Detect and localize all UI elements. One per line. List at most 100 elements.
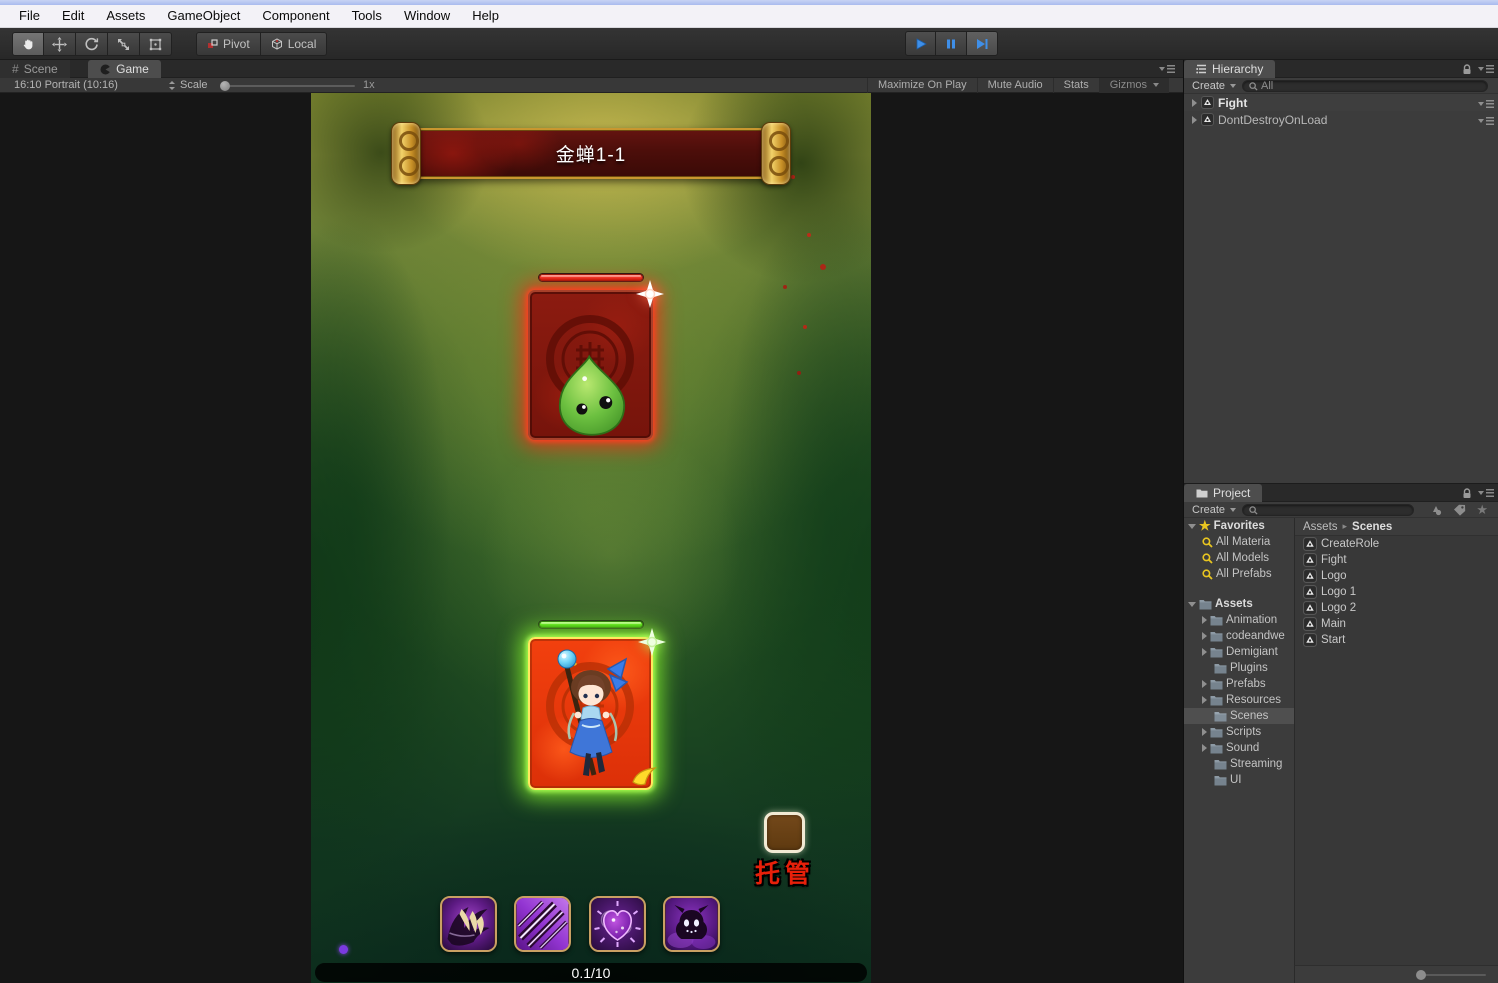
tree-item-resources[interactable]: Resources xyxy=(1184,692,1294,708)
skill-button-claw[interactable] xyxy=(440,896,497,952)
stats-button[interactable]: Stats xyxy=(1053,78,1099,93)
file-item-main[interactable]: Main xyxy=(1295,616,1498,632)
thumbnail-size-slider-handle[interactable] xyxy=(1416,970,1426,980)
thumbnail-size-slider[interactable] xyxy=(1420,974,1486,976)
scale-slider-handle[interactable] xyxy=(220,81,230,91)
collapse-arrow-icon[interactable] xyxy=(1188,602,1196,607)
tree-item-favorites[interactable]: ★ Favorites xyxy=(1184,518,1294,534)
breadcrumb-root[interactable]: Assets xyxy=(1303,521,1338,533)
project-panel-menu-icon[interactable] xyxy=(1478,488,1494,498)
hierarchy-item-fight[interactable]: Fight xyxy=(1184,94,1498,111)
tree-item-sound[interactable]: Sound xyxy=(1184,740,1294,756)
search-filter-icon xyxy=(1202,569,1213,580)
expand-arrow-icon[interactable] xyxy=(1202,680,1207,688)
menu-file[interactable]: File xyxy=(8,5,51,27)
skill-button-slash[interactable] xyxy=(514,896,571,952)
folder-icon xyxy=(1214,775,1227,786)
tree-item-assets-root[interactable]: Assets xyxy=(1184,596,1294,612)
skill-spiked-heart-icon xyxy=(591,898,644,950)
tree-item-label: Streaming xyxy=(1230,758,1282,770)
gizmos-caret-icon[interactable] xyxy=(1153,83,1159,87)
tree-item-scenes[interactable]: Scenes xyxy=(1184,708,1294,724)
tab-hierarchy[interactable]: Hierarchy xyxy=(1184,60,1275,78)
tree-item-animation[interactable]: Animation xyxy=(1184,612,1294,628)
scale-slider[interactable] xyxy=(222,85,355,87)
expand-arrow-icon[interactable] xyxy=(1202,728,1207,736)
file-item-createrole[interactable]: CreateRole xyxy=(1295,536,1498,552)
tree-item-streamingassets[interactable]: Streaming xyxy=(1184,756,1294,772)
favorite-filter-icon[interactable]: ★ xyxy=(1476,502,1488,518)
rotate-tool-button[interactable] xyxy=(76,32,108,56)
tree-item-codeandweb[interactable]: codeandwe xyxy=(1184,628,1294,644)
menu-assets[interactable]: Assets xyxy=(95,5,156,27)
game-tab-label: Game xyxy=(116,62,149,76)
menu-tools[interactable]: Tools xyxy=(341,5,393,27)
hand-tool-button[interactable] xyxy=(12,32,44,56)
collapse-arrow-icon[interactable] xyxy=(1188,524,1196,529)
menu-component[interactable]: Component xyxy=(251,5,340,27)
tab-game[interactable]: Game xyxy=(88,60,161,78)
pivot-toggle-button[interactable]: Pivot xyxy=(196,32,261,56)
search-by-type-icon[interactable] xyxy=(1429,504,1442,516)
tree-item-demigiant[interactable]: Demigiant xyxy=(1184,644,1294,660)
hierarchy-lock-icon[interactable] xyxy=(1462,64,1472,75)
skill-button-heart[interactable] xyxy=(589,896,646,952)
project-create-button[interactable]: Create xyxy=(1192,504,1236,516)
folder-icon xyxy=(1210,631,1223,642)
scale-tool-icon xyxy=(116,37,131,52)
tree-item-all-models[interactable]: All Models xyxy=(1184,550,1294,566)
project-search-input[interactable] xyxy=(1242,504,1414,516)
skill-button-demon[interactable] xyxy=(663,896,720,952)
menu-edit[interactable]: Edit xyxy=(51,5,95,27)
tree-item-scripts[interactable]: Scripts xyxy=(1184,724,1294,740)
tree-item-ui[interactable]: UI xyxy=(1184,772,1294,788)
tree-item-plugins[interactable]: Plugins xyxy=(1184,660,1294,676)
expand-arrow-icon[interactable] xyxy=(1202,648,1207,656)
aspect-dropdown[interactable]: 16:10 Portrait (10:16) xyxy=(14,79,118,91)
mute-audio-button[interactable]: Mute Audio xyxy=(977,78,1053,93)
auto-battle-button[interactable] xyxy=(764,812,805,853)
expand-arrow-icon[interactable] xyxy=(1202,744,1207,752)
menu-window[interactable]: Window xyxy=(393,5,461,27)
scale-tool-button[interactable] xyxy=(108,32,140,56)
expand-arrow-icon[interactable] xyxy=(1202,616,1207,624)
row-menu-icon[interactable] xyxy=(1478,99,1494,109)
row-menu-icon[interactable] xyxy=(1478,116,1494,126)
local-toggle-button[interactable]: Local xyxy=(261,32,328,56)
file-item-fight[interactable]: Fight xyxy=(1295,552,1498,568)
enemy-card[interactable] xyxy=(528,290,653,440)
tab-project[interactable]: Project xyxy=(1184,484,1262,502)
expand-arrow-icon[interactable] xyxy=(1202,632,1207,640)
pause-button[interactable] xyxy=(936,31,967,56)
pivot-icon xyxy=(207,39,218,50)
maximize-on-play-button[interactable]: Maximize On Play xyxy=(867,78,977,93)
file-item-logo[interactable]: Logo xyxy=(1295,568,1498,584)
menu-help[interactable]: Help xyxy=(461,5,510,27)
file-item-start[interactable]: Start xyxy=(1295,632,1498,648)
hierarchy-item-dontdestroyonload[interactable]: DontDestroyOnLoad xyxy=(1184,111,1498,128)
breadcrumb-separator-icon: ▸ xyxy=(1343,521,1348,532)
play-button[interactable] xyxy=(905,31,936,56)
gizmos-button[interactable]: Gizmos xyxy=(1099,78,1169,93)
tree-item-all-materials[interactable]: All Materia xyxy=(1184,534,1294,550)
file-item-logo-2[interactable]: Logo 2 xyxy=(1295,600,1498,616)
expand-arrow-icon[interactable] xyxy=(1192,99,1197,107)
tab-scene[interactable]: # Scene xyxy=(0,60,70,78)
label-filter-icon[interactable] xyxy=(1453,504,1466,516)
rect-tool-button[interactable] xyxy=(140,32,172,56)
project-lock-icon[interactable] xyxy=(1462,488,1472,499)
hierarchy-search-input[interactable]: All xyxy=(1242,80,1488,92)
file-item-logo-1[interactable]: Logo 1 xyxy=(1295,584,1498,600)
expand-arrow-icon[interactable] xyxy=(1202,696,1207,704)
folder-icon xyxy=(1210,615,1223,626)
foliage-right-decoration xyxy=(721,193,871,873)
expand-arrow-icon[interactable] xyxy=(1192,116,1197,124)
menu-gameobject[interactable]: GameObject xyxy=(156,5,251,27)
game-panel-menu-icon[interactable] xyxy=(1159,64,1175,74)
step-button[interactable] xyxy=(967,31,998,56)
tree-item-prefabs[interactable]: Prefabs xyxy=(1184,676,1294,692)
hierarchy-create-button[interactable]: Create xyxy=(1192,80,1236,92)
hierarchy-panel-menu-icon[interactable] xyxy=(1478,64,1494,74)
tree-item-all-prefabs[interactable]: All Prefabs xyxy=(1184,566,1294,582)
move-tool-button[interactable] xyxy=(44,32,76,56)
